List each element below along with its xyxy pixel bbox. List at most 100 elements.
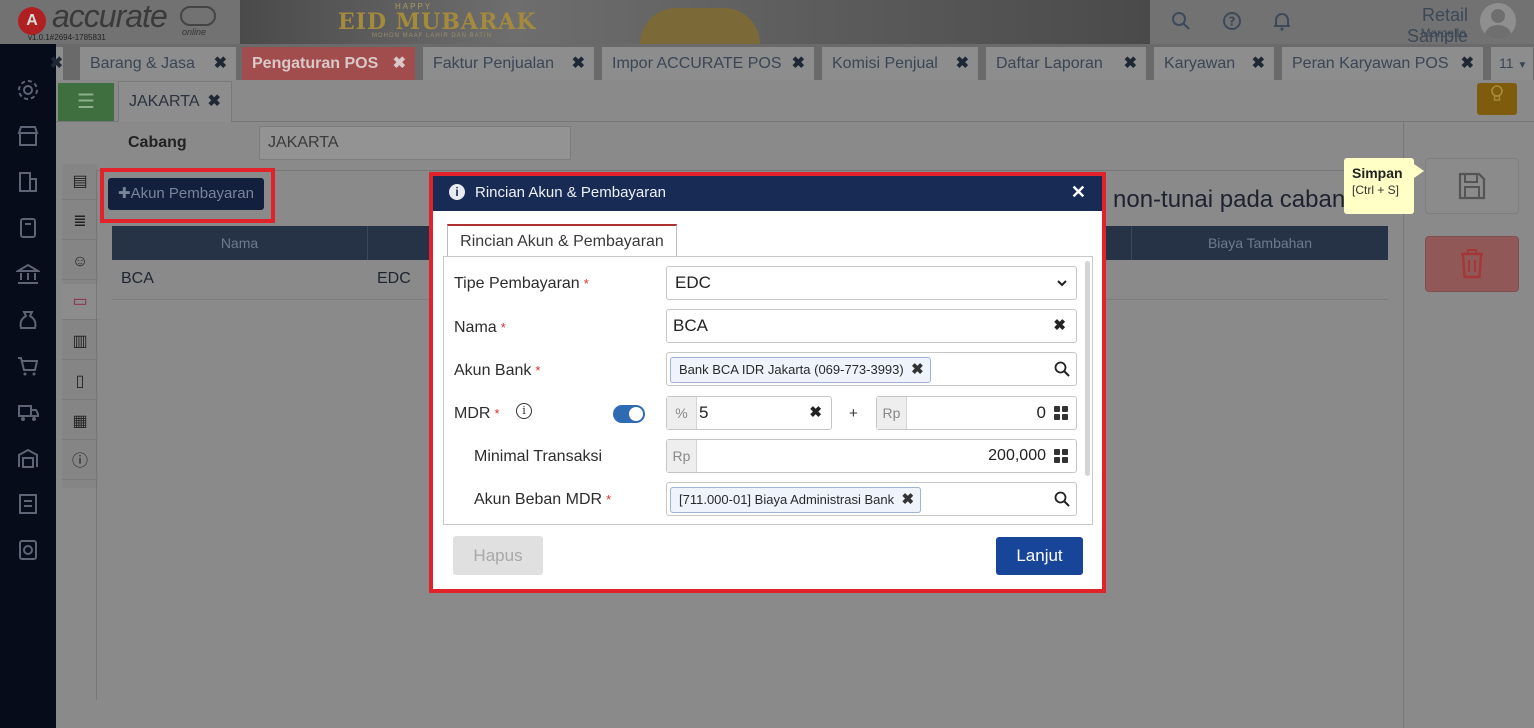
tab-barang-jasa[interactable]: Barang & Jasa ✖ [80, 47, 237, 80]
nama-label: Nama * [454, 319, 506, 336]
logo-suffix: online [182, 27, 207, 37]
info-text: non-tunai pada cabang [1113, 186, 1359, 213]
close-icon[interactable]: ✖ [792, 47, 805, 80]
tab-label: Pengaturan POS [252, 55, 379, 72]
tab-impor-accurate-pos[interactable]: Impor ACCURATE POS ✖ [602, 47, 815, 80]
payment-icon[interactable]: ▭ [62, 284, 98, 320]
dialog-header: i Rincian Akun & Pembayaran ✕ [433, 176, 1102, 211]
bank-icon[interactable] [14, 262, 42, 288]
people-icon[interactable]: ☺ [62, 244, 98, 280]
table-cell-nama[interactable]: BCA [112, 260, 368, 298]
tab-karyawan[interactable]: Karyawan ✖ [1154, 47, 1275, 80]
close-icon[interactable]: ✖ [1461, 47, 1474, 80]
rp-prefix: Rp [667, 440, 697, 472]
warehouse-icon[interactable] [15, 446, 41, 472]
search-icon[interactable] [1054, 491, 1070, 510]
minimal-transaksi-label: Minimal Transaksi [474, 448, 603, 465]
close-icon[interactable]: ✖ [572, 47, 585, 80]
mosque-illustration [640, 8, 760, 44]
tablet-icon[interactable]: ▯ [62, 364, 98, 400]
dialog-title: Rincian Akun & Pembayaran [475, 184, 666, 201]
akun-bank-field[interactable]: Bank BCA IDR Jakarta (069-773-3993) ✖ [666, 352, 1077, 386]
stack-icon[interactable]: ≣ [62, 204, 98, 240]
avatar[interactable] [1480, 3, 1516, 39]
column-header-biaya-tambahan: Biaya Tambahan [1207, 235, 1313, 251]
cart-truck-icon[interactable] [15, 400, 41, 426]
tab-label: Faktur Penjualan [433, 55, 554, 72]
receipt-icon[interactable]: ▥ [62, 324, 98, 360]
tab-label: Impor ACCURATE POS [612, 55, 782, 72]
list-icon[interactable]: ☰ [58, 83, 114, 121]
delete-button[interactable] [1425, 236, 1519, 292]
close-icon[interactable]: ✖ [393, 47, 406, 80]
report-icon[interactable] [15, 538, 41, 564]
close-icon[interactable]: ✖ [208, 93, 221, 110]
tab-pengaturan-pos[interactable]: Pengaturan POS ✖ [242, 47, 416, 80]
sub-tab-bar: ☰ JAKARTA ✖ [56, 80, 1534, 122]
book-icon[interactable] [15, 216, 41, 242]
minimal-transaksi-field[interactable]: Rp 200,000 [666, 439, 1077, 473]
close-icon[interactable]: ✕ [1071, 176, 1086, 209]
save-tooltip: Simpan [Ctrl + S] [1344, 158, 1424, 214]
tab-peran-karyawan-pos[interactable]: Peran Karyawan POS ✖ [1282, 47, 1484, 80]
calculator-icon[interactable] [1054, 449, 1068, 463]
akun-beban-mdr-field[interactable]: [711.000-01] Biaya Administrasi Bank ✖ [666, 482, 1077, 516]
tab-overflow-menu[interactable]: 11 ▼ [1491, 47, 1534, 80]
hapus-button[interactable]: Hapus [453, 536, 543, 575]
close-icon[interactable]: ✖ [956, 47, 969, 80]
doc-search-icon[interactable]: ▤ [62, 164, 98, 200]
tab-label: Komisi Penjual [832, 55, 938, 72]
cart-icon[interactable] [15, 354, 41, 380]
tax-icon[interactable] [15, 492, 41, 518]
tooltip-title: Simpan [1352, 165, 1403, 181]
tab-scroll-left[interactable]: ✖ [50, 47, 64, 80]
close-icon[interactable]: ✖ [214, 47, 227, 80]
clear-icon[interactable]: ✖ [809, 397, 822, 429]
mdr-percent-field[interactable]: % 5 ✖ [666, 396, 832, 430]
tab-rincian-akun[interactable]: Rincian Akun & Pembayaran [447, 224, 677, 257]
close-icon[interactable]: ✖ [1252, 47, 1265, 80]
money-bag-icon[interactable] [15, 308, 41, 334]
nama-value: BCA [673, 316, 708, 335]
akun-beban-chip[interactable]: [711.000-01] Biaya Administrasi Bank ✖ [670, 487, 922, 513]
close-icon[interactable]: ✖ [1124, 47, 1137, 80]
bell-icon[interactable] [1271, 11, 1293, 33]
help-icon[interactable]: ? [1221, 11, 1243, 33]
tipe-pembayaran-select[interactable]: EDC [666, 266, 1077, 300]
lanjut-button[interactable]: Lanjut [996, 537, 1083, 575]
tipe-pembayaran-value: EDC [675, 273, 711, 292]
column-header-nama: Nama [112, 226, 368, 260]
search-icon[interactable] [1054, 361, 1070, 380]
building-icon[interactable] [15, 170, 41, 196]
mdr-rp-field[interactable]: Rp 0 [876, 396, 1077, 430]
percent-prefix: % [667, 397, 697, 429]
info-icon[interactable]: i [516, 403, 532, 419]
tab-daftar-laporan[interactable]: Daftar Laporan ✖ [986, 47, 1147, 80]
scrollbar[interactable] [1085, 261, 1090, 476]
tab-faktur-penjualan[interactable]: Faktur Penjualan ✖ [423, 47, 595, 80]
info-icon[interactable]: ⓘ [62, 444, 98, 480]
gear-icon[interactable] [15, 78, 41, 104]
lightbulb-icon[interactable] [1477, 83, 1517, 115]
clear-icon[interactable]: ✖ [1053, 310, 1066, 342]
tab-label: Peran Karyawan POS [1292, 55, 1449, 72]
nama-field[interactable]: BCA ✖ [666, 309, 1077, 343]
app-logo[interactable]: A accurate online v1.0.1#2694-1785831 [0, 0, 230, 44]
akun-bank-chip[interactable]: Bank BCA IDR Jakarta (069-773-3993) ✖ [670, 357, 931, 383]
mdr-toggle[interactable] [613, 405, 645, 423]
calculator-icon[interactable] [1054, 406, 1068, 420]
sub-tab-label: JAKARTA [129, 93, 200, 110]
tab-komisi-penjual[interactable]: Komisi Penjual ✖ [822, 47, 979, 80]
search-icon[interactable] [1170, 11, 1192, 33]
mdr-percent-value: 5 [699, 403, 709, 422]
rp-prefix: Rp [877, 397, 907, 429]
save-button[interactable] [1425, 158, 1519, 214]
store-icon[interactable] [15, 124, 41, 150]
info-icon: i [449, 184, 465, 200]
cabang-field[interactable]: JAKARTA [259, 126, 571, 160]
tab-jakarta[interactable]: JAKARTA ✖ [118, 81, 232, 122]
printer-icon[interactable]: ▦ [62, 404, 98, 440]
banner-subtitle: MOHON MAAF LAHIR DAN BATIN [372, 33, 492, 39]
remove-chip-icon[interactable]: ✖ [911, 358, 924, 382]
remove-chip-icon[interactable]: ✖ [902, 488, 915, 512]
